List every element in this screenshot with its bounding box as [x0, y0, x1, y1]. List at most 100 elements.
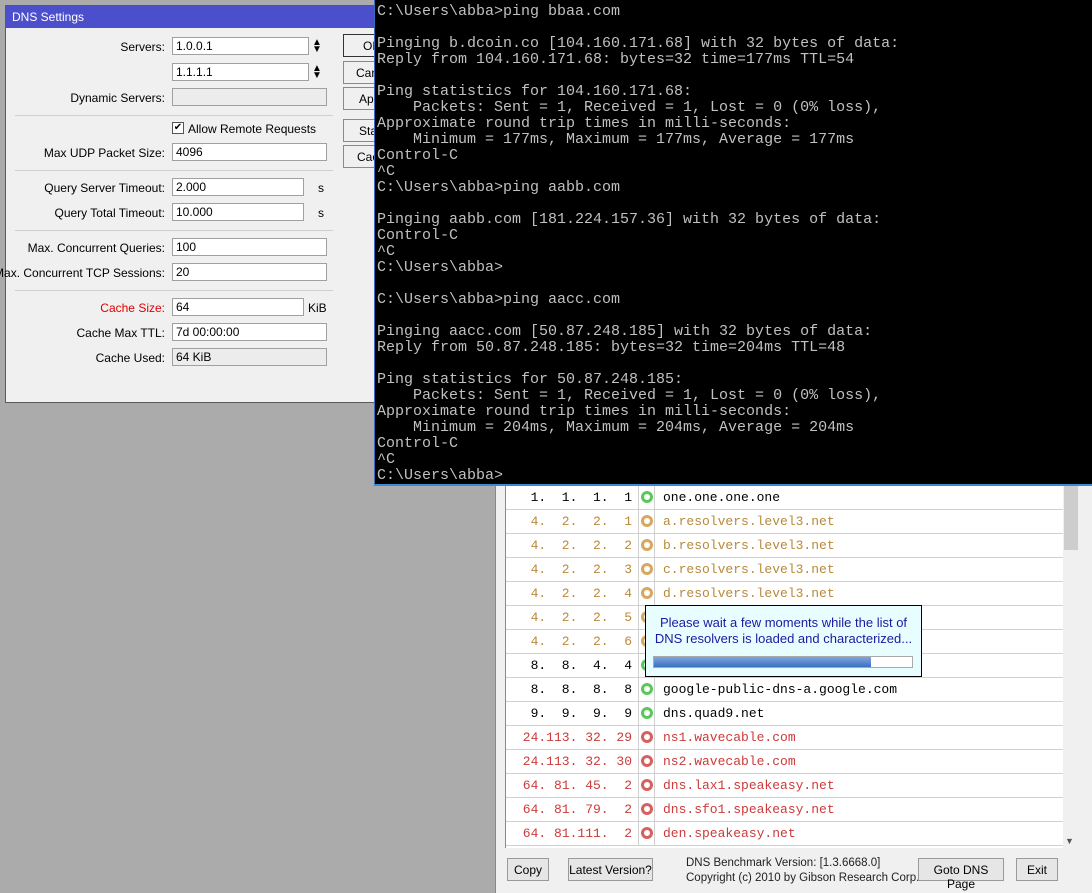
resolver-name: dns.quad9.net — [663, 706, 765, 721]
server1-updown-icon[interactable]: ▲ ▼ — [312, 38, 322, 55]
dynamic-servers-field — [172, 88, 327, 106]
scrollbar-thumb[interactable] — [1064, 486, 1078, 550]
resolver-ip: 9. 9. 9. 9 — [522, 706, 632, 721]
resolver-ip: 8. 8. 8. 8 — [522, 682, 632, 697]
max-concurrent-queries-label: Max. Concurrent Queries: — [27, 241, 165, 255]
resolver-ip: 64. 81. 79. 2 — [522, 802, 632, 817]
status-cell — [638, 510, 655, 534]
terminal-output: C:\Users\abba>ping bbaa.com Pinging b.dc… — [377, 3, 900, 484]
resolver-ip: 4. 2. 2. 5 — [522, 610, 632, 625]
dynamic-servers-label: Dynamic Servers: — [70, 91, 165, 105]
resolver-row[interactable]: 9. 9. 9. 9 dns.quad9.net — [506, 702, 1063, 726]
seconds-unit: s — [318, 181, 324, 195]
status-cell — [638, 798, 655, 822]
resolver-name: b.resolvers.level3.net — [663, 538, 835, 553]
dns-benchmark-window: 1. 1. 1. 1 one.one.one.one 4. 2. 2. 1 a.re… — [495, 486, 1092, 893]
resolver-row[interactable]: 8. 8. 8. 8 google-public-dns-a.google.com — [506, 678, 1063, 702]
status-cell — [638, 774, 655, 798]
resolver-ip: 4. 2. 2. 4 — [522, 586, 632, 601]
status-cell — [638, 726, 655, 750]
resolver-ip: 8. 8. 4. 4 — [522, 658, 632, 673]
max-concurrent-queries-input[interactable]: 100 — [172, 238, 327, 256]
copyright-text: Copyright (c) 2010 by Gibson Research Co… — [686, 872, 920, 884]
seconds-unit: s — [318, 206, 324, 220]
max-concurrent-tcp-input[interactable]: 20 — [172, 263, 327, 281]
resolver-name: dns.lax1.speakeasy.net — [663, 778, 835, 793]
resolver-row[interactable]: 64. 81. 79. 2 dns.sfo1.speakeasy.net — [506, 798, 1063, 822]
status-red-icon — [641, 731, 653, 743]
resolver-row[interactable]: 4. 2. 2. 2 b.resolvers.level3.net — [506, 534, 1063, 558]
divider — [15, 230, 333, 231]
query-total-timeout-label: Query Total Timeout: — [54, 206, 166, 220]
cache-size-input[interactable]: 64 — [172, 298, 304, 316]
cache-used-field: 64 KiB — [172, 348, 327, 366]
resolver-name: c.resolvers.level3.net — [663, 562, 835, 577]
copy-button[interactable]: Copy — [507, 858, 549, 881]
status-orange-icon — [641, 539, 653, 551]
status-cell — [638, 486, 655, 510]
resolver-ip: 24.113. 32. 30 — [522, 754, 632, 769]
server2-updown-icon[interactable]: ▲ ▼ — [312, 64, 322, 81]
status-green-icon — [641, 707, 653, 719]
status-cell — [638, 702, 655, 726]
latest-version-button[interactable]: Latest Version? — [568, 858, 653, 881]
resolver-row[interactable]: 24.113. 32. 30 ns2.wavecable.com — [506, 750, 1063, 774]
version-info: DNS Benchmark Version: [1.3.6668.0] Copyr… — [686, 856, 919, 886]
resolver-name: den.speakeasy.net — [663, 826, 796, 841]
resolver-name: google-public-dns-a.google.com — [663, 682, 898, 697]
exit-button[interactable]: Exit — [1016, 858, 1058, 881]
server2-input[interactable]: 1.1.1.1 — [172, 63, 309, 81]
max-udp-label: Max UDP Packet Size: — [43, 146, 165, 160]
status-green-icon — [641, 491, 653, 503]
dns-settings-window: DNS Settings Servers: 1.0.0.1 ▲ ▼ 1.1.1.1… — [0, 5, 383, 403]
query-server-timeout-label: Query Server Timeout: — [44, 181, 165, 195]
kib-unit: KiB — [308, 301, 327, 315]
resolver-row[interactable]: 64. 81.111. 2 den.speakeasy.net — [506, 822, 1063, 846]
servers-label: Servers: — [120, 40, 165, 54]
query-server-timeout-input[interactable]: 2.000 — [172, 178, 304, 196]
status-cell — [638, 750, 655, 774]
status-red-icon — [641, 803, 653, 815]
resolver-ip: 4. 2. 2. 6 — [522, 634, 632, 649]
resolver-row[interactable]: 1. 1. 1. 1 one.one.one.one — [506, 486, 1063, 510]
resolver-name: a.resolvers.level3.net — [663, 514, 835, 529]
divider — [15, 170, 333, 171]
goto-dns-page-button[interactable]: Goto DNS Page — [918, 858, 1004, 891]
server1-input[interactable]: 1.0.0.1 — [172, 37, 309, 55]
resolver-name: dns.sfo1.speakeasy.net — [663, 802, 835, 817]
resolver-row[interactable]: 4. 2. 2. 4 d.resolvers.level3.net — [506, 582, 1063, 606]
cache-size-label: Cache Size: — [100, 301, 165, 315]
resolver-ip: 4. 2. 2. 3 — [522, 562, 632, 577]
resolver-ip: 64. 81.111. 2 — [522, 826, 632, 841]
max-concurrent-tcp-label: Max. Concurrent TCP Sessions: — [0, 266, 165, 280]
status-red-icon — [641, 827, 653, 839]
resolver-name: d.resolvers.level3.net — [663, 586, 835, 601]
cache-max-ttl-label: Cache Max TTL: — [76, 326, 165, 340]
resolver-row[interactable]: 4. 2. 2. 3 c.resolvers.level3.net — [506, 558, 1063, 582]
resolver-name: one.one.one.one — [663, 490, 781, 505]
allow-remote-checkbox[interactable]: ✔ — [172, 122, 184, 134]
status-red-icon — [641, 755, 653, 767]
status-cell — [638, 534, 655, 558]
version-text: DNS Benchmark Version: [1.3.6668.0] — [686, 857, 881, 869]
resolver-ip: 4. 2. 2. 1 — [522, 514, 632, 529]
max-udp-input[interactable]: 4096 — [172, 143, 327, 161]
resolver-row[interactable]: 4. 2. 2. 1 a.resolvers.level3.net — [506, 510, 1063, 534]
popup-line1: Please wait a few moments while the list… — [659, 615, 908, 630]
status-cell — [638, 678, 655, 702]
resolver-name: ns2.wavecable.com — [663, 754, 796, 769]
scrollbar[interactable]: ▼ — [1063, 486, 1079, 848]
resolver-ip: 64. 81. 45. 2 — [522, 778, 632, 793]
command-prompt-window[interactable]: C:\Users\abba>ping bbaa.com Pinging b.dc… — [374, 0, 1092, 486]
status-cell — [638, 822, 655, 846]
allow-remote-label: Allow Remote Requests — [188, 122, 317, 136]
resolver-row[interactable]: 24.113. 32. 29 ns1.wavecable.com — [506, 726, 1063, 750]
resolver-row[interactable]: 64. 81. 45. 2 dns.lax1.speakeasy.net — [506, 774, 1063, 798]
status-orange-icon — [641, 563, 653, 575]
window-title: DNS Settings — [6, 6, 376, 28]
scroll-down-icon[interactable]: ▼ — [1065, 836, 1074, 846]
status-orange-icon — [641, 515, 653, 527]
cache-max-ttl-input[interactable]: 7d 00:00:00 — [172, 323, 327, 341]
query-total-timeout-input[interactable]: 10.000 — [172, 203, 304, 221]
status-red-icon — [641, 779, 653, 791]
